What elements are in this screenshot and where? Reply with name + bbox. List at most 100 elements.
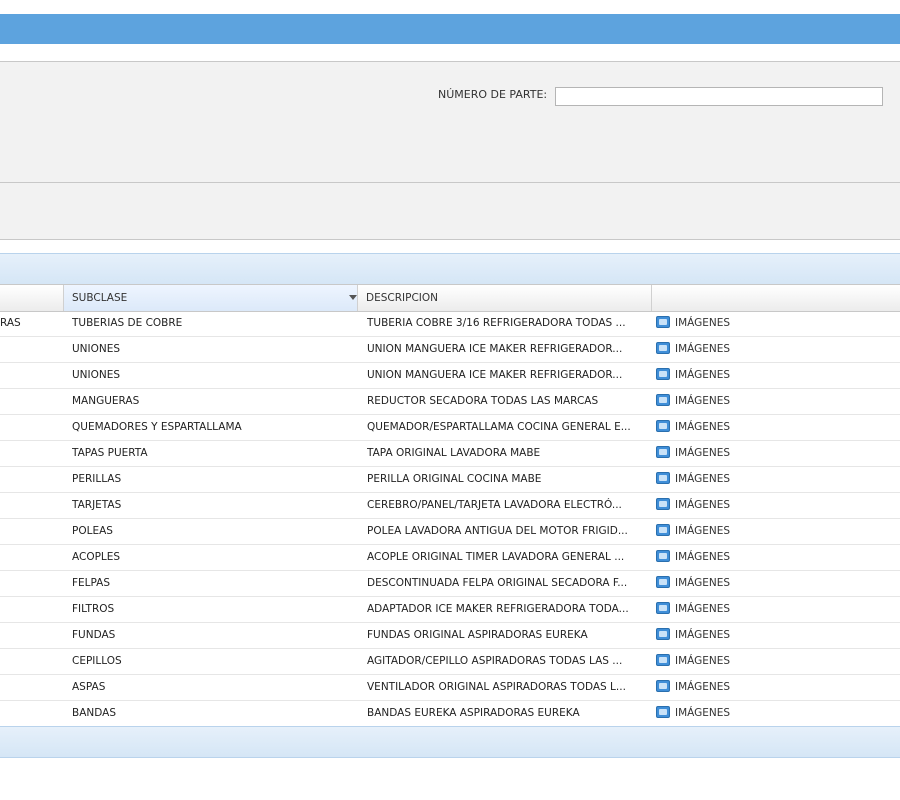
subclase-cell: TAPAS PUERTA: [72, 447, 148, 459]
gallery-icon[interactable]: [656, 498, 670, 510]
table-row[interactable]: BANDAS BANDAS EUREKA ASPIRADORAS EUREKA IM…: [0, 701, 900, 727]
gallery-icon[interactable]: [656, 316, 670, 328]
images-link-label: IMÁGENES: [675, 369, 731, 381]
descripcion-cell: VENTILADOR ORIGINAL ASPIRADORAS TODAS L.…: [367, 681, 626, 693]
subclase-cell: BANDAS: [72, 707, 116, 719]
subclase-cell: ACOPLES: [72, 551, 121, 563]
descripcion-cell: TAPA ORIGINAL LAVADORA MABE: [367, 447, 541, 459]
table-row[interactable]: POLEAS POLEA LAVADORA ANTIGUA DEL MOTOR F…: [0, 519, 900, 545]
clase-cell: [0, 649, 60, 674]
column-header-subclase[interactable]: SUBCLASE: [64, 285, 358, 311]
subclase-cell: FUNDAS: [72, 629, 116, 641]
gallery-icon[interactable]: [656, 472, 670, 484]
column-header-descripcion[interactable]: DESCRIPCION: [349, 285, 652, 311]
images-link[interactable]: IMÁGENES: [656, 415, 776, 440]
subclase-cell: CEPILLOS: [72, 655, 122, 667]
clase-cell: [0, 389, 60, 414]
descripcion-cell: POLEA LAVADORA ANTIGUA DEL MOTOR FRIGID.…: [367, 525, 628, 537]
images-link-label: IMÁGENES: [675, 499, 731, 511]
part-number-input[interactable]: [555, 87, 883, 106]
gallery-icon[interactable]: [656, 446, 670, 458]
descripcion-cell: CEREBRO/PANEL/TARJETA LAVADORA ELECTRÓ..…: [367, 499, 622, 511]
gallery-icon[interactable]: [656, 576, 670, 588]
clase-cell: [0, 675, 60, 700]
images-link[interactable]: IMÁGENES: [656, 493, 776, 518]
gallery-icon[interactable]: [656, 628, 670, 640]
table-row[interactable]: UNIONES UNION MANGUERA ICE MAKER REFRIGER…: [0, 337, 900, 363]
table-row[interactable]: FILTROS ADAPTADOR ICE MAKER REFRIGERADORA…: [0, 597, 900, 623]
images-link[interactable]: IMÁGENES: [656, 337, 776, 362]
clase-cell: [0, 415, 60, 440]
gallery-icon[interactable]: [656, 680, 670, 692]
images-link-label: IMÁGENES: [675, 707, 731, 719]
descripcion-cell: AGITADOR/CEPILLO ASPIRADORAS TODAS LAS .…: [367, 655, 623, 667]
images-link[interactable]: IMÁGENES: [656, 623, 776, 648]
gallery-icon[interactable]: [656, 654, 670, 666]
grid-footer: [0, 726, 900, 757]
gallery-icon[interactable]: [656, 420, 670, 432]
images-link[interactable]: IMÁGENES: [656, 675, 776, 700]
table-row[interactable]: FELPAS DESCONTINUADA FELPA ORIGINAL SECAD…: [0, 571, 900, 597]
images-link[interactable]: IMÁGENES: [656, 597, 776, 622]
images-link[interactable]: IMÁGENES: [656, 311, 776, 336]
images-link[interactable]: IMÁGENES: [656, 571, 776, 596]
column-header-clase[interactable]: [0, 285, 64, 311]
table-row[interactable]: UNIONES UNION MANGUERA ICE MAKER REFRIGER…: [0, 363, 900, 389]
images-link[interactable]: IMÁGENES: [656, 545, 776, 570]
images-link[interactable]: IMÁGENES: [656, 649, 776, 674]
images-link[interactable]: IMÁGENES: [656, 467, 776, 492]
images-link-label: IMÁGENES: [675, 629, 731, 641]
descripcion-cell: UNION MANGUERA ICE MAKER REFRIGERADOR...: [367, 343, 623, 355]
gallery-icon[interactable]: [656, 602, 670, 614]
images-link[interactable]: IMÁGENES: [656, 519, 776, 544]
part-number-label: NÚMERO DE PARTE:: [438, 88, 548, 101]
subclase-cell: ASPAS: [72, 681, 106, 693]
gallery-icon[interactable]: [656, 550, 670, 562]
column-header-imagenes[interactable]: [652, 285, 900, 311]
table-row[interactable]: PERILLAS PERILLA ORIGINAL COCINA MABE IMÁG…: [0, 467, 900, 493]
clase-cell: [0, 623, 60, 648]
column-menu-arrow-icon[interactable]: [349, 295, 357, 300]
table-row[interactable]: QUEMADORES Y ESPARTALLAMA QUEMADOR/ESPART…: [0, 415, 900, 441]
images-link-label: IMÁGENES: [675, 603, 731, 615]
gallery-icon[interactable]: [656, 394, 670, 406]
gallery-icon[interactable]: [656, 706, 670, 718]
table-row[interactable]: ASPAS VENTILADOR ORIGINAL ASPIRADORAS TOD…: [0, 675, 900, 701]
gallery-icon[interactable]: [656, 342, 670, 354]
images-link-label: IMÁGENES: [675, 681, 731, 693]
table-row[interactable]: RAS TUBERIAS DE COBRE TUBERIA COBRE 3/16 R…: [0, 311, 900, 337]
table-row[interactable]: TAPAS PUERTA TAPA ORIGINAL LAVADORA MABE I…: [0, 441, 900, 467]
filter-panel: NÚMERO DE PARTE:: [0, 61, 900, 183]
images-link[interactable]: IMÁGENES: [656, 363, 776, 388]
clase-cell: [0, 467, 60, 492]
images-link[interactable]: IMÁGENES: [656, 441, 776, 466]
table-row[interactable]: ACOPLES ACOPLE ORIGINAL TIMER LAVADORA GE…: [0, 545, 900, 571]
column-header-subclase-label: SUBCLASE: [72, 292, 128, 304]
grid-toolbar: [0, 254, 900, 284]
subclase-cell: QUEMADORES Y ESPARTALLAMA: [72, 421, 242, 433]
images-link-label: IMÁGENES: [675, 525, 731, 537]
descripcion-cell: DESCONTINUADA FELPA ORIGINAL SECADORA F.…: [367, 577, 628, 589]
clase-cell: [0, 571, 60, 596]
subclase-cell: TARJETAS: [72, 499, 122, 511]
images-link-label: IMÁGENES: [675, 577, 731, 589]
action-panel: [0, 183, 900, 240]
table-row[interactable]: TARJETAS CEREBRO/PANEL/TARJETA LAVADORA E…: [0, 493, 900, 519]
images-link-label: IMÁGENES: [675, 655, 731, 667]
table-row[interactable]: CEPILLOS AGITADOR/CEPILLO ASPIRADORAS TOD…: [0, 649, 900, 675]
clase-cell: [0, 597, 60, 622]
images-link-label: IMÁGENES: [675, 395, 731, 407]
descripcion-cell: FUNDAS ORIGINAL ASPIRADORAS EUREKA: [367, 629, 588, 641]
table-row[interactable]: MANGUERAS REDUCTOR SECADORA TODAS LAS MAR…: [0, 389, 900, 415]
subclase-cell: PERILLAS: [72, 473, 122, 485]
grid-header: SUBCLASE DESCRIPCION: [0, 284, 900, 312]
table-row[interactable]: FUNDAS FUNDAS ORIGINAL ASPIRADORAS EUREKA…: [0, 623, 900, 649]
descripcion-cell: REDUCTOR SECADORA TODAS LAS MARCAS: [367, 395, 599, 407]
images-link[interactable]: IMÁGENES: [656, 701, 776, 726]
descripcion-cell: BANDAS EUREKA ASPIRADORAS EUREKA: [367, 707, 580, 719]
subclase-cell: TUBERIAS DE COBRE: [72, 317, 183, 329]
gallery-icon[interactable]: [656, 524, 670, 536]
gallery-icon[interactable]: [656, 368, 670, 380]
column-header-descripcion-label: DESCRIPCION: [366, 292, 438, 304]
images-link[interactable]: IMÁGENES: [656, 389, 776, 414]
